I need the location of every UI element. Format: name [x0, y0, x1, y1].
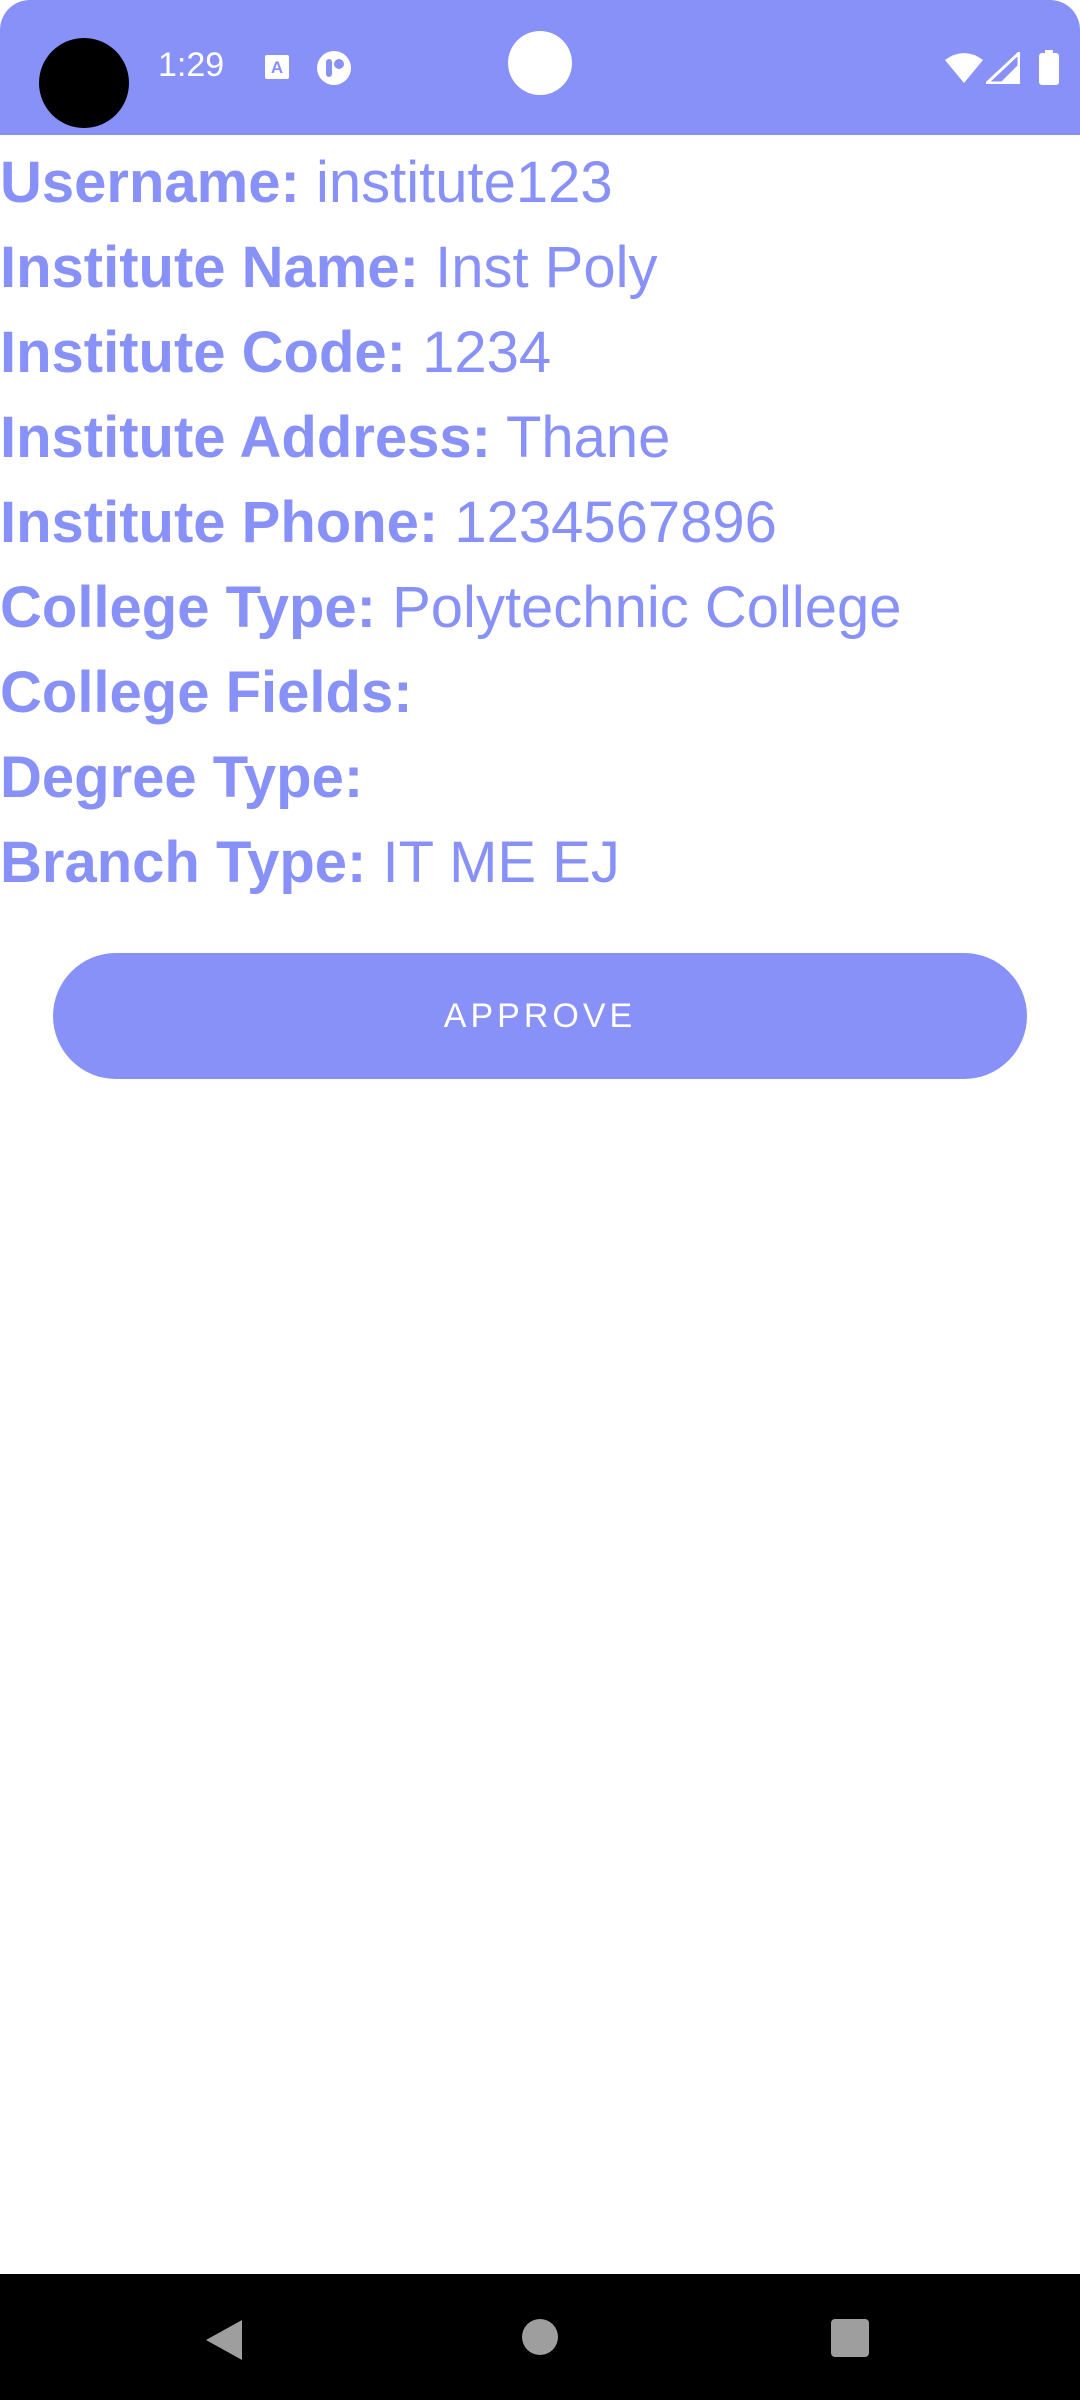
institute-address-label: Institute Address: — [0, 405, 491, 470]
institute-details: Username: institute123 Institute Name: I… — [0, 140, 1080, 905]
detail-row-college-fields: College Fields: — [0, 650, 1080, 735]
institute-code-label: Institute Code: — [0, 320, 406, 385]
username-value: institute123 — [315, 150, 613, 215]
detail-row-institute-address: Institute Address: Thane — [0, 395, 1080, 480]
camera-cutout — [39, 38, 129, 128]
status-bar: 1:29 A — [0, 0, 1080, 135]
cell-signal-icon — [986, 52, 1020, 84]
institute-phone-value: 1234567896 — [454, 490, 777, 555]
home-icon[interactable] — [522, 2319, 558, 2355]
institute-address-value: Thane — [505, 405, 671, 470]
screen: 1:29 A Username: institute123 Institute … — [0, 0, 1080, 2400]
branch-type-label: Branch Type: — [0, 830, 367, 895]
status-time: 1:29 — [158, 46, 225, 84]
degree-type-label: Degree Type: — [0, 745, 364, 810]
app-notification-icon — [317, 51, 351, 85]
a-notification-icon: A — [265, 55, 289, 79]
detail-row-institute-phone: Institute Phone: 1234567896 — [0, 480, 1080, 565]
institute-name-label: Institute Name: — [0, 235, 419, 300]
status-center-dot — [508, 31, 572, 95]
svg-text:A: A — [271, 58, 283, 77]
institute-code-value: 1234 — [422, 320, 552, 385]
detail-row-college-type: College Type: Polytechnic College — [0, 565, 1080, 650]
branch-type-value: IT ME EJ — [382, 830, 620, 895]
detail-row-institute-code: Institute Code: 1234 — [0, 310, 1080, 395]
institute-phone-label: Institute Phone: — [0, 490, 439, 555]
username-label: Username: — [0, 150, 300, 215]
college-type-value: Polytechnic College — [392, 575, 902, 640]
battery-icon — [1039, 50, 1059, 85]
college-fields-label: College Fields: — [0, 660, 413, 725]
approve-button[interactable]: APPROVE — [53, 953, 1027, 1079]
detail-row-branch-type: Branch Type: IT ME EJ — [0, 820, 1080, 905]
detail-row-username: Username: institute123 — [0, 140, 1080, 225]
recents-icon[interactable] — [831, 2319, 869, 2357]
detail-row-institute-name: Institute Name: Inst Poly — [0, 225, 1080, 310]
detail-row-degree-type: Degree Type: — [0, 735, 1080, 820]
navigation-bar — [0, 2274, 1080, 2400]
wifi-icon — [945, 53, 983, 83]
college-type-label: College Type: — [0, 575, 376, 640]
institute-name-value: Inst Poly — [435, 235, 658, 300]
back-icon[interactable] — [204, 2318, 244, 2362]
